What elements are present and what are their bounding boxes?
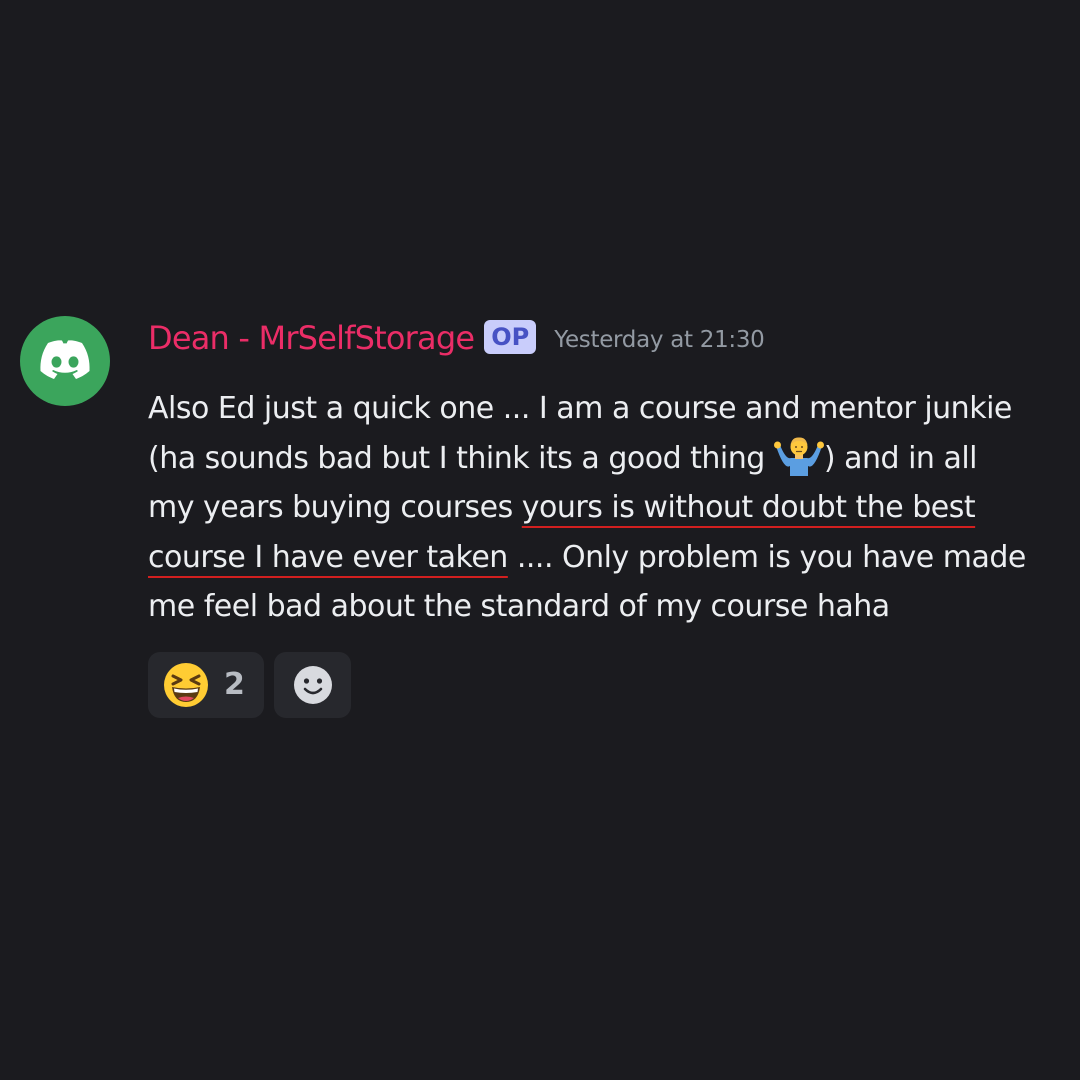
person-shrugging-emoji [773, 436, 824, 476]
message-header: Dean - MrSelfStorage OP Yesterday at 21:… [148, 316, 1060, 360]
message-content: Dean - MrSelfStorage OP Yesterday at 21:… [148, 316, 1060, 718]
text-segment: (ha sounds bad but I think its a good th… [148, 440, 774, 476]
username[interactable]: Dean - MrSelfStorage [148, 319, 475, 357]
grinning-squinting-face-emoji [164, 662, 208, 707]
reaction-count: 2 [224, 667, 245, 702]
add-reaction-icon [293, 665, 332, 704]
message-line: me feel bad about the standard of my cou… [148, 582, 1060, 632]
message-line: (ha sounds bad but I think its a good th… [148, 434, 1060, 484]
underlined-text: yours is without doubt the best [521, 490, 976, 525]
text-segment: .... Only problem is you have made [507, 539, 1027, 575]
timestamp[interactable]: Yesterday at 21:30 [554, 327, 765, 353]
text-segment: ) and in all [823, 440, 978, 476]
underlined-text: course I have ever taken [148, 539, 508, 575]
op-badge: OP [484, 320, 537, 354]
message-line: Also Ed just a quick one ... I am a cour… [148, 384, 1060, 434]
text-segment: Also Ed just a quick one ... I am a cour… [148, 391, 1012, 426]
message-body: Also Ed just a quick one ... I am a cour… [148, 384, 1060, 632]
text-segment: my years buying courses [148, 490, 522, 525]
message-line: course I have ever taken .... Only probl… [148, 533, 1060, 583]
discord-logo-icon [40, 340, 90, 379]
reactions-bar: 2 [148, 651, 1060, 718]
reaction-laughing[interactable]: 2 [148, 651, 264, 718]
add-reaction-button[interactable] [274, 651, 351, 718]
avatar[interactable] [20, 316, 110, 406]
message-line: my years buying courses yours is without… [148, 483, 1060, 533]
text-segment: me feel bad about the standard of my cou… [148, 589, 890, 624]
